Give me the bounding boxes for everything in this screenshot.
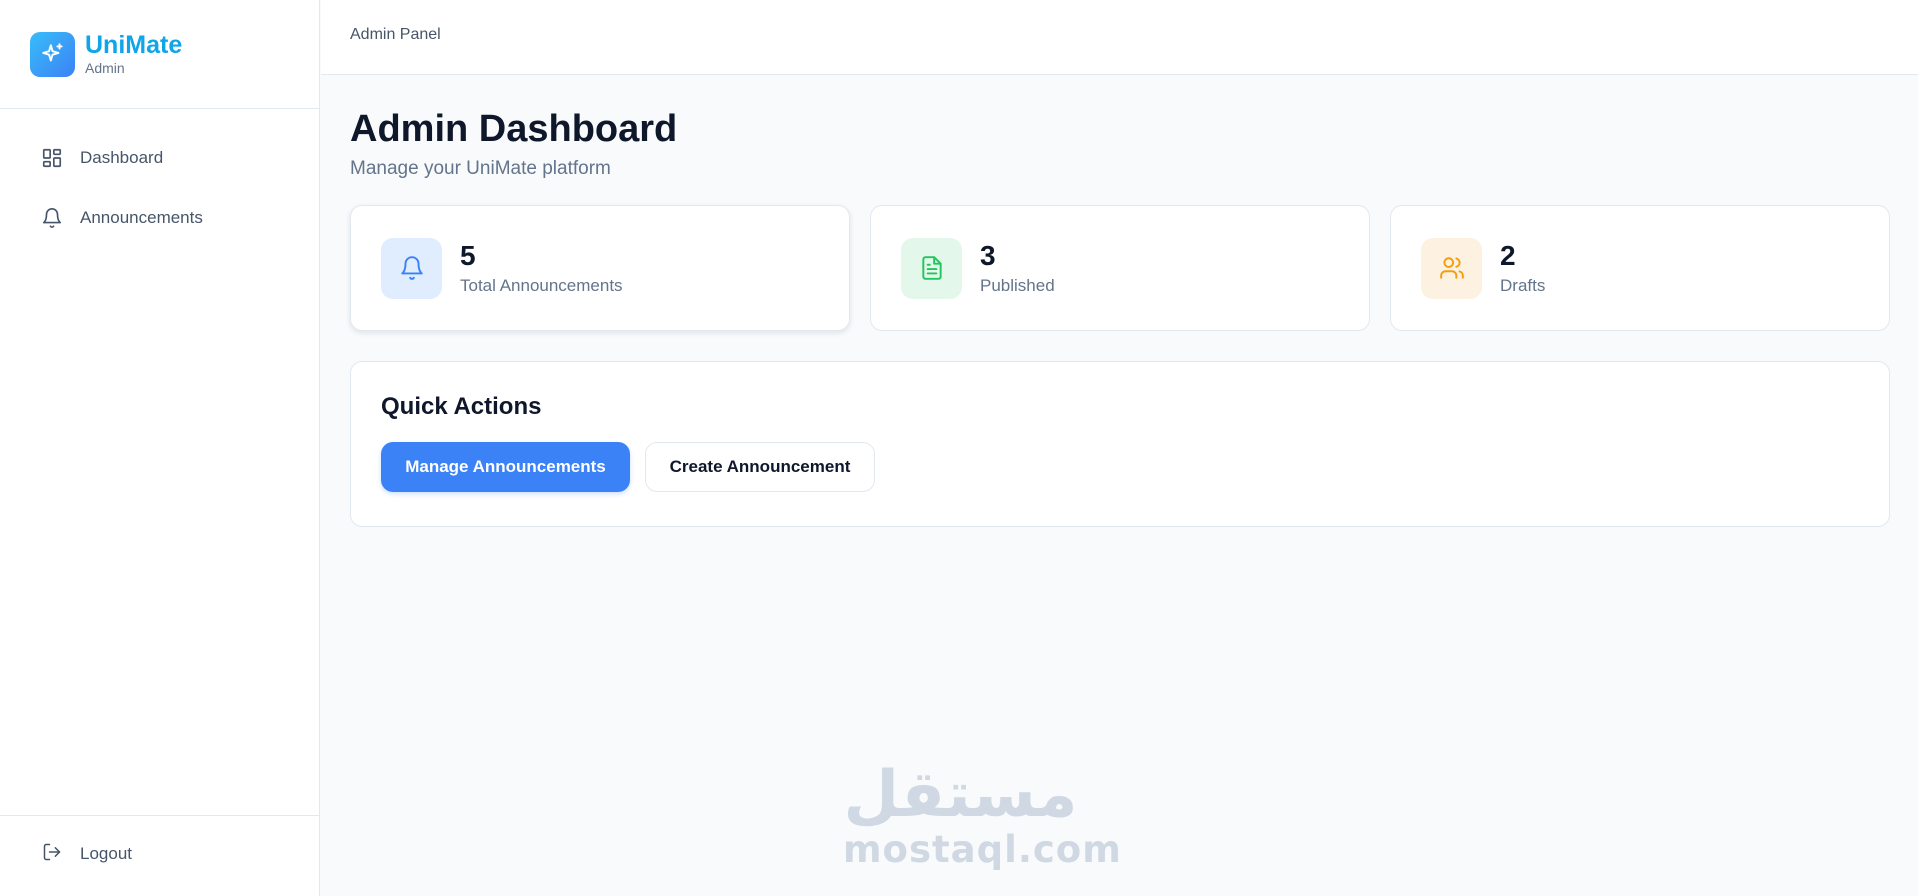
app-root: UniMate Admin Dashboard Announcements Lo… xyxy=(0,0,1918,896)
file-text-icon xyxy=(901,237,962,299)
stat-label: Drafts xyxy=(1500,276,1546,295)
stat-card-total[interactable]: 5 Total Announcements xyxy=(350,205,850,331)
page-subtitle: Manage your UniMate platform xyxy=(350,158,611,179)
stats-row: 5 Total Announcements 3 Published 2 Draf… xyxy=(350,205,1890,331)
stat-value: 2 xyxy=(1500,240,1516,271)
sidebar-footer: Logout xyxy=(0,815,319,896)
manage-announcements-button[interactable]: Manage Announcements xyxy=(381,442,630,492)
quick-actions-title: Quick Actions xyxy=(381,393,542,420)
stat-value: 3 xyxy=(980,240,996,271)
brand-subtitle: Admin xyxy=(85,60,125,76)
topbar-title: Admin Panel xyxy=(350,26,441,43)
bell-icon xyxy=(381,237,442,299)
topbar: Admin Panel xyxy=(321,0,1918,75)
quick-actions-card: Quick Actions Manage Announcements Creat… xyxy=(350,361,1890,527)
sidebar-nav: Dashboard Announcements xyxy=(0,109,319,243)
bell-icon xyxy=(40,206,64,230)
logout-label: Logout xyxy=(80,844,132,863)
sidebar: UniMate Admin Dashboard Announcements Lo… xyxy=(0,0,320,896)
sparkles-icon xyxy=(30,31,75,77)
stat-label: Published xyxy=(980,276,1055,295)
users-icon xyxy=(1421,237,1482,299)
sidebar-item-dashboard[interactable]: Dashboard xyxy=(0,133,319,183)
page-title: Admin Dashboard xyxy=(350,108,678,150)
sidebar-item-label: Dashboard xyxy=(80,148,164,167)
stat-text: 3 Published xyxy=(980,240,1055,296)
watermark-latin: mostaql.com xyxy=(843,828,1122,871)
quick-actions-buttons: Manage Announcements Create Announcement xyxy=(381,442,1859,492)
layout-grid-icon xyxy=(40,146,64,170)
sidebar-item-announcements[interactable]: Announcements xyxy=(0,193,319,243)
brand[interactable]: UniMate Admin xyxy=(0,0,319,109)
stat-card-published[interactable]: 3 Published xyxy=(870,205,1370,331)
stat-value: 5 xyxy=(460,240,476,271)
stat-card-drafts[interactable]: 2 Drafts xyxy=(1390,205,1890,331)
logout-icon xyxy=(42,842,62,867)
stat-label: Total Announcements xyxy=(460,276,623,295)
stat-text: 2 Drafts xyxy=(1500,240,1545,296)
stat-text: 5 Total Announcements xyxy=(460,240,623,296)
brand-name: UniMate xyxy=(85,31,183,59)
create-announcement-button[interactable]: Create Announcement xyxy=(645,442,875,492)
sidebar-item-label: Announcements xyxy=(80,208,203,227)
watermark-arabic: مستقل xyxy=(843,758,1078,832)
watermark: مستقل mostaql.com xyxy=(843,758,1122,871)
brand-text: UniMate Admin xyxy=(85,31,182,77)
main-content: Admin Dashboard Manage your UniMate plat… xyxy=(350,75,1890,527)
logout-button[interactable]: Logout xyxy=(0,816,319,896)
